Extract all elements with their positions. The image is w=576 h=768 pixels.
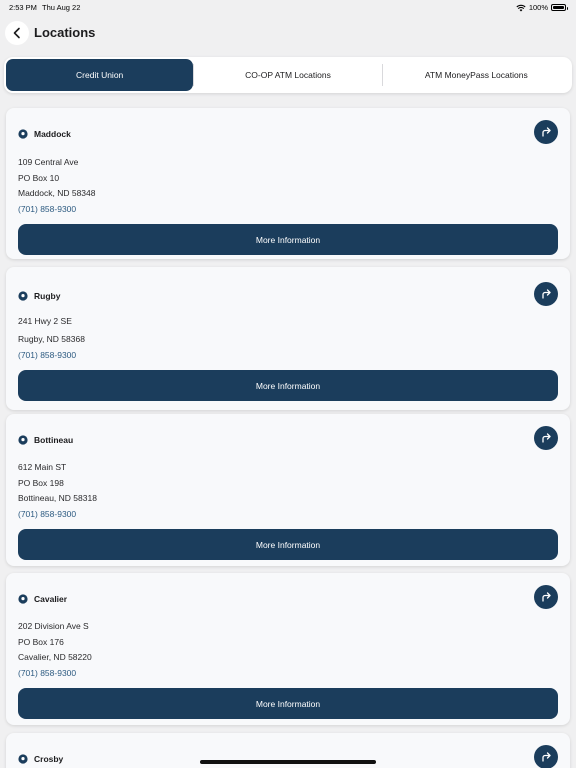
phone-link[interactable]: (701) 858-9300 xyxy=(18,350,76,360)
address-line: Rugby, ND 58368 xyxy=(18,334,85,344)
address-line: PO Box 176 xyxy=(18,637,64,647)
location-type-tabs: Credit Union CO-OP ATM Locations ATM Mon… xyxy=(4,57,572,93)
more-information-button[interactable]: More Information xyxy=(18,224,558,255)
location-card: Bottineau 612 Main ST PO Box 198 Bottine… xyxy=(6,414,570,566)
phone-link[interactable]: (701) 858-9300 xyxy=(18,204,76,214)
directions-arrow-icon xyxy=(542,289,551,299)
status-date: Thu Aug 22 xyxy=(42,3,81,12)
location-name: Cavalier xyxy=(34,594,68,604)
location-header: Rugby xyxy=(18,291,60,301)
directions-arrow-icon xyxy=(542,127,551,137)
location-pin-icon xyxy=(18,594,28,604)
tab-coop-atm[interactable]: CO-OP ATM Locations xyxy=(194,59,381,91)
tab-label: Credit Union xyxy=(76,70,124,80)
tab-credit-union[interactable]: Credit Union xyxy=(6,59,194,91)
more-information-button[interactable]: More Information xyxy=(18,688,558,719)
home-indicator xyxy=(200,760,376,764)
directions-button[interactable] xyxy=(534,745,558,768)
page-title: Locations xyxy=(34,25,96,40)
back-button[interactable] xyxy=(5,21,29,45)
location-pin-icon xyxy=(18,129,28,139)
status-time: 2:53 PM xyxy=(9,3,37,12)
status-indicators: 100% xyxy=(516,3,568,12)
location-header: Maddock xyxy=(18,129,71,139)
more-information-button[interactable]: More Information xyxy=(18,529,558,560)
directions-arrow-icon xyxy=(542,433,551,443)
battery-percent: 100% xyxy=(528,3,548,12)
location-card: Maddock 109 Central Ave PO Box 10 Maddoc… xyxy=(6,108,570,259)
address-line: Maddock, ND 58348 xyxy=(18,188,96,198)
tab-label: CO-OP ATM Locations xyxy=(245,70,331,80)
address-line: 241 Hwy 2 SE xyxy=(18,316,72,326)
location-name: Bottineau xyxy=(34,435,74,445)
battery-icon xyxy=(551,4,568,11)
directions-button[interactable] xyxy=(534,120,558,144)
directions-arrow-icon xyxy=(542,752,551,762)
directions-arrow-icon xyxy=(542,592,551,602)
chevron-left-icon xyxy=(13,27,20,39)
location-name: Rugby xyxy=(34,291,61,301)
directions-button[interactable] xyxy=(534,282,558,306)
address-line: PO Box 10 xyxy=(18,173,60,183)
location-pin-icon xyxy=(18,435,28,445)
wifi-icon xyxy=(516,4,526,11)
phone-link[interactable]: (701) 858-9300 xyxy=(18,668,76,678)
address-line: 612 Main ST xyxy=(18,462,67,472)
address-line: 109 Central Ave xyxy=(18,157,79,167)
tab-moneypass-atm[interactable]: ATM MoneyPass Locations xyxy=(383,59,570,91)
location-header: Crosby xyxy=(18,754,63,764)
location-header: Bottineau xyxy=(18,435,73,445)
directions-button[interactable] xyxy=(534,585,558,609)
location-pin-icon xyxy=(18,291,28,301)
address-line: 202 Division Ave S xyxy=(18,621,89,631)
address-line: Bottineau, ND 58318 xyxy=(18,493,97,503)
tab-label: ATM MoneyPass Locations xyxy=(424,70,528,80)
location-name: Maddock xyxy=(34,129,71,139)
address-line: PO Box 198 xyxy=(18,478,64,488)
location-card: Rugby 241 Hwy 2 SE Rugby, ND 58368 (701)… xyxy=(6,267,570,410)
location-name: Crosby xyxy=(34,754,64,764)
location-card: Cavalier 202 Division Ave S PO Box 176 C… xyxy=(6,573,570,725)
address-line: Cavalier, ND 58220 xyxy=(18,652,92,662)
location-pin-icon xyxy=(18,754,28,764)
directions-button[interactable] xyxy=(534,426,558,450)
location-header: Cavalier xyxy=(18,594,67,604)
more-information-button[interactable]: More Information xyxy=(18,370,558,401)
status-bar: 2:53 PM Thu Aug 22 100% xyxy=(0,0,576,14)
nav-bar: Locations xyxy=(0,20,576,46)
phone-link[interactable]: (701) 858-9300 xyxy=(18,509,76,519)
